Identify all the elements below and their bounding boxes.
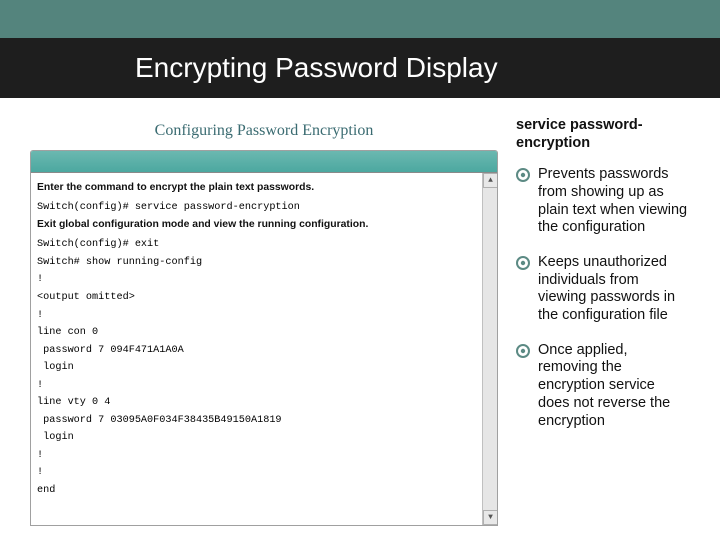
instruction-text: Enter the command to encrypt the plain t…	[37, 179, 479, 199]
content-area: Configuring Password Encryption Enter th…	[0, 98, 720, 526]
list-item: Prevents passwords from showing up as pl…	[516, 166, 690, 237]
bullet-text: Keeps unauthorized individuals from view…	[538, 254, 690, 325]
slide-title: Encrypting Password Display	[0, 38, 720, 98]
terminal-line: !	[37, 307, 479, 325]
terminal-line: Switch(config)# exit	[37, 236, 479, 254]
bullet-icon	[516, 344, 530, 358]
terminal-line: !	[37, 377, 479, 395]
terminal-window: Enter the command to encrypt the plain t…	[30, 150, 498, 526]
terminal-line: login	[37, 359, 479, 377]
terminal-line: password 7 03095A0F034F38435B49150A1819	[37, 412, 479, 430]
bullet-list: Prevents passwords from showing up as pl…	[516, 166, 690, 430]
terminal-line: line vty 0 4	[37, 394, 479, 412]
window-header-text: Configuring Password Encryption	[155, 122, 374, 139]
list-item: Keeps unauthorized individuals from view…	[516, 254, 690, 325]
terminal-line: Switch# show running-config	[37, 254, 479, 272]
list-item: Once applied, removing the encryption se…	[516, 342, 690, 430]
window-header: Configuring Password Encryption	[30, 116, 498, 150]
terminal-body: Enter the command to encrypt the plain t…	[31, 173, 497, 525]
scrollbar[interactable]: ▲ ▼	[482, 173, 497, 525]
bullet-text: Once applied, removing the encryption se…	[538, 342, 690, 430]
terminal-line: !	[37, 447, 479, 465]
right-panel: service password-encryption Prevents pas…	[516, 116, 690, 526]
command-title: service password-encryption	[516, 116, 690, 152]
terminal-line: Switch(config)# service password-encrypt…	[37, 199, 479, 217]
terminal-line: !	[37, 464, 479, 482]
terminal-line: line con 0	[37, 324, 479, 342]
slide-title-text: Encrypting Password Display	[135, 52, 498, 83]
left-panel: Configuring Password Encryption Enter th…	[30, 116, 498, 526]
chevron-down-icon: ▼	[488, 511, 493, 525]
top-accent-bar	[0, 0, 720, 38]
terminal-line: end	[37, 482, 479, 500]
scroll-down-button[interactable]: ▼	[483, 510, 498, 525]
terminal-line: password 7 094F471A1A0A	[37, 342, 479, 360]
bullet-text: Prevents passwords from showing up as pl…	[538, 166, 690, 237]
chevron-up-icon: ▲	[488, 174, 493, 188]
bullet-icon	[516, 168, 530, 182]
bullet-icon	[516, 256, 530, 270]
terminal-titlebar	[31, 151, 497, 173]
terminal-line: !	[37, 271, 479, 289]
scroll-up-button[interactable]: ▲	[483, 173, 498, 188]
instruction-text: Exit global configuration mode and view …	[37, 216, 479, 236]
terminal-line: <output omitted>	[37, 289, 479, 307]
terminal-line: login	[37, 429, 479, 447]
